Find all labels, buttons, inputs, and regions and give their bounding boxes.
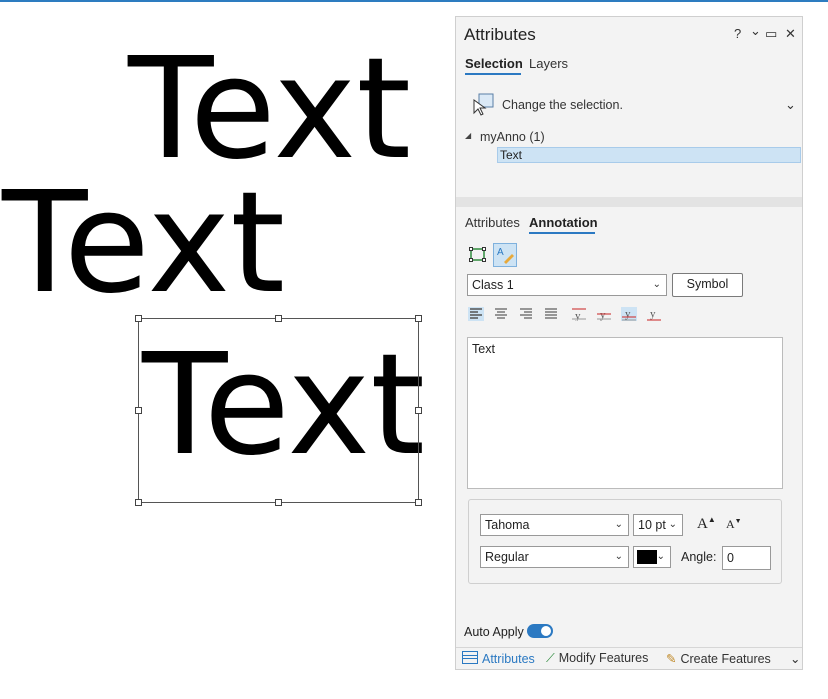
align-justify-icon[interactable] [543, 307, 559, 321]
tab-layers[interactable]: Layers [529, 56, 568, 71]
resize-handle-e[interactable] [415, 407, 422, 414]
font-style-value: Regular [485, 550, 529, 564]
bottom-tab-modify-features[interactable]: ⟋ Modify Features [546, 651, 648, 666]
bottom-tab-bar: Attributes ⟋ Modify Features ✎ Create Feat… [456, 647, 802, 670]
auto-apply-label: Auto Apply [464, 625, 524, 639]
annotation-text-input[interactable]: Text [467, 337, 783, 489]
resize-handle-s[interactable] [275, 499, 282, 506]
class-dropdown[interactable]: Class 1 ⌄ [467, 274, 667, 296]
chevron-down-icon: ⌄ [656, 551, 665, 562]
svg-text:y: y [650, 308, 656, 320]
resize-handle-se[interactable] [415, 499, 422, 506]
modify-features-icon: ⟋ [546, 651, 555, 665]
change-selection-chevron-icon[interactable]: ⌄ [785, 97, 796, 113]
text-edit-icon[interactable]: A [493, 243, 517, 267]
vertical-align-bottom-icon[interactable]: y [646, 307, 662, 321]
more-tabs-chevron-icon[interactable]: ⌄ [790, 651, 800, 666]
selection-box[interactable] [135, 315, 422, 506]
pane-splitter[interactable] [456, 197, 802, 207]
bottom-tab-attributes[interactable]: Attributes [462, 651, 535, 666]
resize-handle-n[interactable] [275, 315, 282, 322]
svg-text:A: A [497, 247, 504, 258]
angle-input[interactable]: 0 [722, 546, 771, 570]
toggle-knob [541, 626, 551, 636]
font-settings-group: Tahoma ⌄ 10 pt ⌄ A▲ A▼ Regular ⌄ ⌄ Angle… [468, 499, 782, 584]
increase-font-size-icon[interactable]: A▲ [697, 515, 716, 533]
bottom-tab-create-features[interactable]: ✎ Create Features [666, 651, 771, 666]
symbol-button[interactable]: Symbol [672, 273, 743, 297]
chevron-down-icon: ⌄ [614, 519, 623, 530]
selected-feature-item[interactable]: Text [497, 147, 801, 163]
change-selection-label[interactable]: Change the selection. [502, 98, 623, 112]
class-value: Class 1 [472, 278, 514, 292]
font-size-value: 10 pt [638, 518, 666, 532]
layer-tree-node[interactable]: myAnno (1) [480, 130, 545, 144]
tab-annotation[interactable]: Annotation [529, 215, 598, 230]
font-color-picker[interactable]: ⌄ [633, 546, 671, 568]
resize-handle-sw[interactable] [135, 499, 142, 506]
map-canvas[interactable]: Text Text Text [0, 2, 455, 699]
help-button[interactable]: ? [734, 26, 741, 41]
angle-label: Angle: [681, 550, 717, 564]
chevron-down-icon: ⌄ [668, 519, 677, 530]
close-icon[interactable]: ✕ [785, 26, 796, 42]
resize-handle-ne[interactable] [415, 315, 422, 322]
change-selection-icon[interactable] [472, 92, 496, 116]
create-features-icon: ✎ [666, 652, 677, 666]
vertical-align-top-icon[interactable]: y [571, 307, 587, 321]
font-style-dropdown[interactable]: Regular ⌄ [480, 546, 629, 568]
table-icon [462, 651, 478, 664]
align-left-icon[interactable] [468, 307, 484, 321]
chevron-down-icon: ⌄ [614, 551, 623, 562]
decrease-font-size-icon[interactable]: A▼ [726, 517, 742, 532]
font-name-dropdown[interactable]: Tahoma ⌄ [480, 514, 629, 536]
attributes-pane: Attributes ? ⌄ ▭ ✕ Selection Layers Chan… [455, 16, 803, 670]
resize-handle-nw[interactable] [135, 315, 142, 322]
align-right-icon[interactable] [518, 307, 534, 321]
font-color-swatch [637, 550, 657, 564]
auto-apply-toggle[interactable] [527, 624, 553, 638]
annotation-text-1[interactable]: Text [128, 40, 411, 180]
tab-attributes[interactable]: Attributes [465, 215, 520, 230]
tab-selection-underline [465, 73, 521, 75]
font-size-dropdown[interactable]: 10 pt ⌄ [633, 514, 683, 536]
font-name-value: Tahoma [485, 518, 530, 532]
pane-title: Attributes [464, 25, 536, 44]
tab-annotation-underline [529, 232, 595, 234]
chevron-down-icon: ⌄ [652, 279, 661, 290]
tab-selection[interactable]: Selection [465, 56, 523, 71]
vertical-align-baseline-icon[interactable]: y [621, 307, 637, 321]
svg-text:y: y [625, 308, 631, 320]
annotation-text-2[interactable]: Text [2, 174, 285, 314]
vertical-align-center-icon[interactable]: y [596, 307, 612, 321]
expand-collapse-icon[interactable]: ◢ [465, 131, 471, 140]
resize-handle-w[interactable] [135, 407, 142, 414]
geometry-edit-icon[interactable] [468, 245, 488, 265]
align-center-icon[interactable] [493, 307, 509, 321]
options-chevron-icon[interactable]: ⌄ [750, 23, 761, 39]
maximize-icon[interactable]: ▭ [765, 26, 777, 42]
